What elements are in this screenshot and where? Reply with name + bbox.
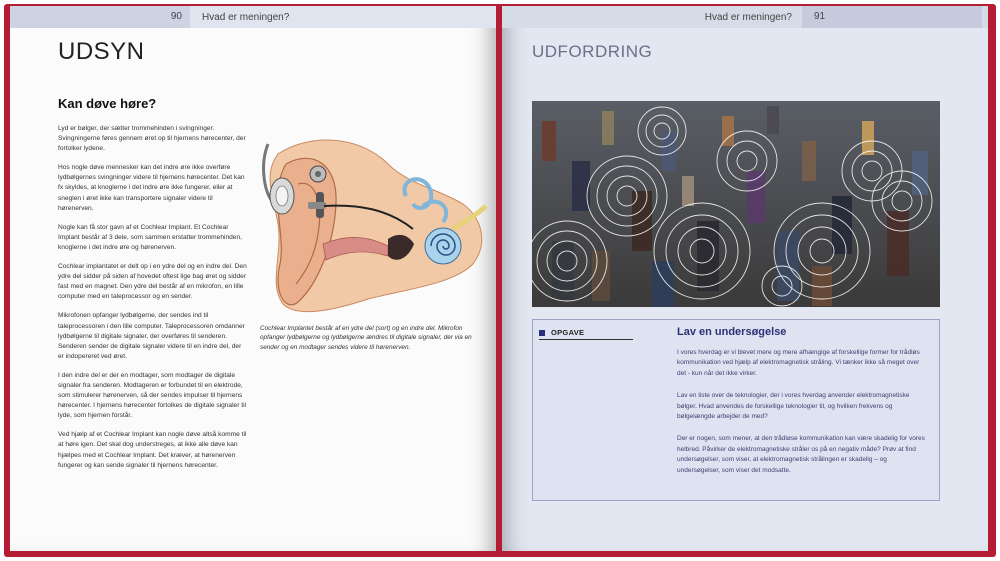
task-paragraph: Lav en liste over de teknologier, der i … bbox=[677, 392, 910, 421]
right-running-head: Hvad er meningen? bbox=[704, 11, 792, 23]
left-running-head: Hvad er meningen? bbox=[202, 11, 290, 23]
task-body: I vores hverdag er vi blevet mere og mer… bbox=[677, 348, 927, 488]
right-header: Hvad er meningen? 91 bbox=[502, 6, 988, 28]
left-page-number: 90 bbox=[10, 6, 190, 28]
article-heading: Kan døve høre? bbox=[58, 96, 157, 111]
task-label: OPGAVE bbox=[551, 328, 585, 337]
paragraph: Mikrofonen opfanger lydbølgerne, der sen… bbox=[58, 312, 245, 360]
left-page: 90 Hvad er meningen? UDSYN Kan døve høre… bbox=[10, 6, 496, 551]
paragraph: I den indre del er der en modtager, som … bbox=[58, 371, 247, 420]
paragraph: Ved hjælp af et Cochlear Implant kan nog… bbox=[58, 431, 247, 469]
paragraph: Nogle kan få stor gavn af et Cochlear Im… bbox=[58, 223, 242, 251]
paragraph: Lyd er bølger, der sætter trommehinden i… bbox=[58, 125, 246, 153]
figure-caption: Cochlear Implantet består af en ydre del… bbox=[260, 325, 472, 351]
square-bullet-icon bbox=[539, 329, 545, 336]
task-title: Lav en undersøgelse bbox=[677, 326, 787, 338]
paragraph: Hos nogle døve mennesker kan det indre ø… bbox=[58, 164, 245, 212]
right-page: Hvad er meningen? 91 UDFORDRING OPGAVE L… bbox=[502, 6, 988, 551]
task-label-row: OPGAVE bbox=[539, 328, 633, 340]
left-header: 90 Hvad er meningen? bbox=[10, 6, 496, 28]
task-paragraph: I vores hverdag er vi blevet mere og mer… bbox=[677, 349, 920, 377]
section-title-udfordring: UDFORDRING bbox=[532, 42, 653, 61]
right-page-number: 91 bbox=[802, 6, 982, 28]
article-body: Lyd er bølger, der sætter trommehinden i… bbox=[58, 124, 248, 480]
paragraph: Cochlear implantatet er delt op i en ydr… bbox=[58, 263, 247, 301]
task-box: OPGAVE Lav en undersøgelse I vores hverd… bbox=[532, 319, 940, 501]
section-title-udsyn: UDSYN bbox=[58, 38, 145, 65]
task-paragraph: Der er nogen, som mener, at den trådløse… bbox=[677, 435, 925, 474]
ear-cochlear-implant-illustration bbox=[262, 139, 488, 313]
crowd-photo-wireless-signals bbox=[532, 101, 940, 307]
